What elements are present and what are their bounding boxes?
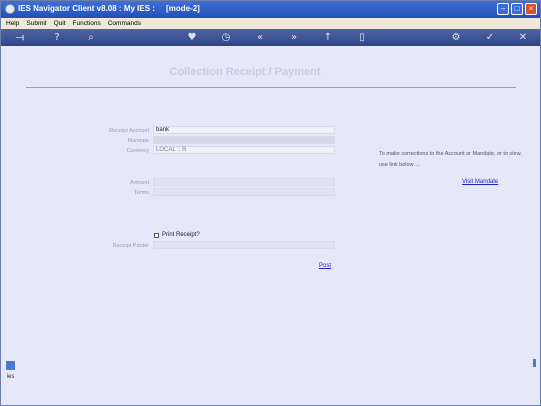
minimize-button[interactable]: – [497,3,509,15]
menu-quit[interactable]: Quit [54,20,66,27]
amount-field[interactable] [153,178,335,186]
content-area: Collection Receipt / Payment Receipt Acc… [6,46,536,401]
favourite-icon[interactable]: ♥ [185,31,199,44]
confirm-icon[interactable]: ✓ [483,31,497,44]
logout-icon[interactable]: ⟞ [9,31,31,44]
toolbar: ⟞ ? ⌕ ♥ ◷ « » ↑ ▯ ⚙ ✓ ✕ [1,29,540,46]
panel-icon[interactable] [6,361,15,370]
menu-submit[interactable]: Submit [26,20,46,27]
window-title: IES Navigator Client v8.08 : My IES : [m… [18,4,200,13]
post-link[interactable]: Post [319,263,331,269]
page-title: Collection Receipt / Payment [169,66,321,78]
title-divider [26,87,516,88]
forward-icon[interactable]: » [287,31,301,44]
receipt-account-field[interactable]: bank [153,126,335,134]
menu-commands[interactable]: Commands [108,20,141,27]
currency-label: Currency [126,148,149,154]
visit-mandate-link[interactable]: Visit Mandate [462,179,498,185]
mandate-label: Mandate [127,138,149,144]
up-icon[interactable]: ↑ [321,31,335,44]
help-icon[interactable]: ? [50,31,64,44]
page-icon[interactable]: ▯ [355,31,369,44]
settings-icon[interactable]: ⚙ [449,31,463,44]
receipt-printer-label: Receipt Printer [112,243,149,249]
menu-bar: Help Submit Quit Functions Commands [1,18,540,29]
print-receipt-checkbox[interactable] [154,232,159,238]
close-button[interactable]: × [525,3,537,15]
receipt-account-label: Receipt Account [109,128,149,134]
help-text: To make corrections to the Account or Ma… [379,151,522,168]
menu-functions[interactable]: Functions [73,20,101,27]
currency-field[interactable]: LOCAL :: R [153,146,335,154]
print-receipt-row[interactable]: Print Receipt? [154,232,200,238]
maximize-button[interactable]: □ [511,3,523,15]
amount-label: Amount [130,180,149,186]
receipt-printer-field[interactable] [153,241,335,249]
mandate-field[interactable] [153,136,335,144]
print-receipt-label: Print Receipt? [162,232,200,238]
history-icon[interactable]: ◷ [219,31,233,44]
search-icon[interactable]: ⌕ [84,31,98,44]
cancel-icon[interactable]: ✕ [516,31,530,44]
menu-help[interactable]: Help [6,20,19,27]
title-bar: IES Navigator Client v8.08 : My IES : [m… [1,1,540,18]
app-icon [5,4,15,14]
terms-label: Terms [134,190,149,196]
terms-field[interactable] [153,188,335,196]
scroll-marker [533,359,536,367]
ies-icon[interactable]: ies [6,374,15,387]
back-icon[interactable]: « [253,31,267,44]
app-window: IES Navigator Client v8.08 : My IES : [m… [0,0,541,406]
